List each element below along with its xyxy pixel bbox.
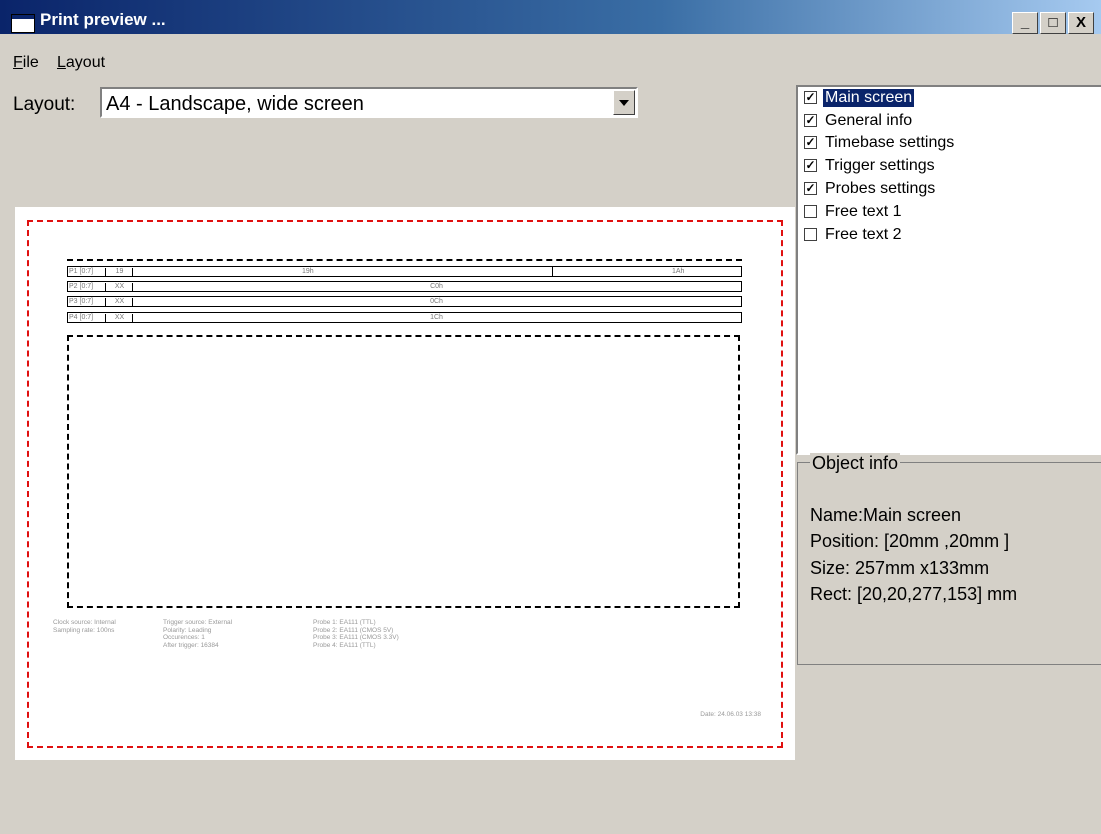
object-position: Position: [20mm ,20mm ]	[810, 531, 1010, 551]
probe-label: P3 [0:7]	[68, 298, 106, 306]
probe-value: 19	[107, 268, 133, 276]
waveform-transition	[552, 267, 553, 276]
trigger-info: Trigger source: External Polarity: Leadi…	[163, 619, 233, 649]
probe-row: P2 [0:7] XX C0h	[67, 281, 742, 292]
checkbox-checked-icon[interactable]: ✓	[804, 182, 817, 195]
probe-row: P1 [0:7] 19 19h 1Ah	[67, 266, 742, 277]
layout-dropdown[interactable]: A4 - Landscape, wide screen	[100, 87, 638, 118]
waveform-value: 1Ch	[430, 314, 443, 321]
objects-listbox[interactable]: ✓ Main screen ✓ General info ✓ Timebase …	[796, 85, 1101, 455]
window-icon	[11, 14, 35, 33]
waveform-value: 1Ah	[672, 268, 685, 275]
probe-value: XX	[107, 298, 133, 306]
probe-waveform: 19h 1Ah	[132, 267, 741, 277]
probe-table: P1 [0:7] 19 19h 1Ah P2 [0:7] XX C0h P3 […	[67, 259, 742, 327]
probe-waveform: 1Ch	[132, 313, 741, 323]
print-preview-page: P1 [0:7] 19 19h 1Ah P2 [0:7] XX C0h P3 […	[15, 207, 795, 760]
probe-label: P1 [0:7]	[68, 268, 106, 276]
checkbox-checked-icon[interactable]: ✓	[804, 114, 817, 127]
probe-label: P2 [0:7]	[68, 283, 106, 291]
object-rect: Rect: [20,20,277,153] mm	[810, 584, 1018, 604]
checkbox-checked-icon[interactable]: ✓	[804, 91, 817, 104]
probes-info: Probe 1: EA111 (TTL) Probe 2: EA111 (CMO…	[313, 619, 399, 649]
waveform-value: 0Ch	[430, 298, 443, 305]
window-title: Print preview ...	[40, 10, 166, 29]
probe-waveform: 0Ch	[132, 297, 741, 307]
print-date: Date: 24.06.03 13:38	[700, 711, 761, 718]
object-name: Name:Main screen	[810, 505, 962, 525]
timebase-info: Clock source: Internal Sampling rate: 10…	[53, 619, 116, 634]
checkbox-checked-icon[interactable]: ✓	[804, 136, 817, 149]
chevron-down-icon[interactable]	[613, 90, 635, 115]
checkbox-unchecked-icon[interactable]	[804, 228, 817, 241]
object-size: Size: 257mm x133mm	[810, 558, 990, 578]
minimize-button[interactable]: _	[1012, 12, 1038, 34]
checkbox-unchecked-icon[interactable]	[804, 205, 817, 218]
checkbox-checked-icon[interactable]: ✓	[804, 159, 817, 172]
object-info-group: Object info Name:Main screen Position: […	[797, 453, 1101, 665]
probe-waveform: C0h	[132, 282, 741, 292]
layout-dropdown-value: A4 - Landscape, wide screen	[106, 93, 364, 115]
layout-label: Layout:	[13, 94, 76, 115]
probe-row: P4 [0:7] XX 1Ch	[67, 312, 742, 323]
main-screen-frame[interactable]	[67, 335, 740, 608]
probe-label: P4 [0:7]	[68, 314, 106, 322]
waveform-value: C0h	[430, 283, 443, 290]
probe-value: XX	[107, 314, 133, 322]
waveform-value: 19h	[302, 268, 314, 275]
probe-value: XX	[107, 283, 133, 291]
menu-file[interactable]: File	[13, 54, 39, 72]
close-button[interactable]: X	[1068, 12, 1094, 34]
object-info-legend: Object info	[810, 453, 901, 474]
probe-row: P3 [0:7] XX 0Ch	[67, 296, 742, 307]
menu-bar: File Layout	[0, 34, 1101, 84]
title-bar: Print preview ... _ □ X	[0, 0, 1101, 34]
maximize-button[interactable]: □	[1040, 12, 1066, 34]
menu-layout[interactable]: Layout	[57, 54, 105, 72]
